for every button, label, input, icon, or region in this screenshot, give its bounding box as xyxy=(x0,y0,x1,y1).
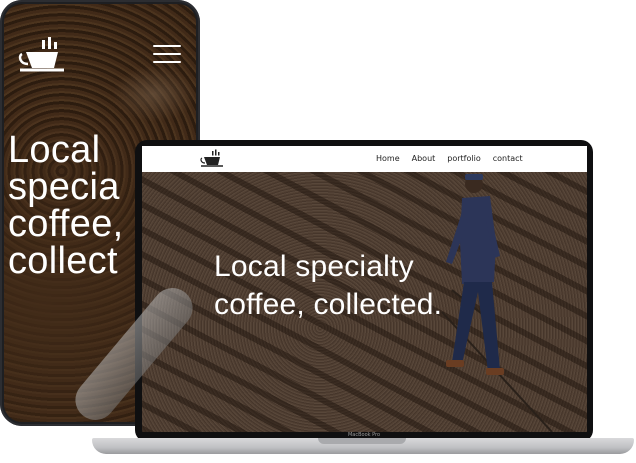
laptop-model-label: MacBook Pro xyxy=(347,432,381,438)
nav-link-home[interactable]: Home xyxy=(376,154,400,163)
nav-link-contact[interactable]: contact xyxy=(493,154,523,163)
laptop-notch xyxy=(318,438,406,444)
nav-links: Home About portfolio contact xyxy=(376,154,535,163)
hero-image: Local specialty coffee, collected. xyxy=(142,172,587,432)
laptop-screen: Home About portfolio contact Local speci… xyxy=(142,146,587,432)
coffee-cup-logo-icon[interactable] xyxy=(18,36,66,74)
nav-link-portfolio[interactable]: portfolio xyxy=(447,154,480,163)
website-navbar: Home About portfolio contact xyxy=(142,146,587,172)
nav-link-about[interactable]: About xyxy=(412,154,436,163)
hamburger-menu-icon[interactable] xyxy=(153,45,181,69)
coffee-cup-logo-icon[interactable] xyxy=(200,149,224,168)
laptop-hero-headline: Local specialty coffee, collected. xyxy=(214,250,443,321)
